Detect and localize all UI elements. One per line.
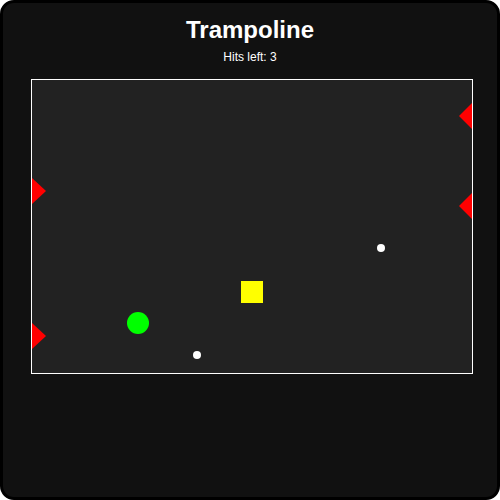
white-ball xyxy=(193,351,201,359)
arena[interactable] xyxy=(31,79,473,374)
game-title: Trampoline xyxy=(186,14,314,46)
spike-icon xyxy=(32,178,46,204)
game-window: Trampoline Hits left: 3 xyxy=(0,0,500,500)
spike-icon xyxy=(459,103,472,129)
page: Trampoline Hits left: 3 xyxy=(0,0,500,500)
yellow-block xyxy=(241,281,263,303)
white-ball xyxy=(377,244,385,252)
spike-icon xyxy=(459,193,472,219)
player-ball xyxy=(127,312,149,334)
hits-left: Hits left: 3 xyxy=(223,49,276,65)
spike-icon xyxy=(32,323,46,349)
